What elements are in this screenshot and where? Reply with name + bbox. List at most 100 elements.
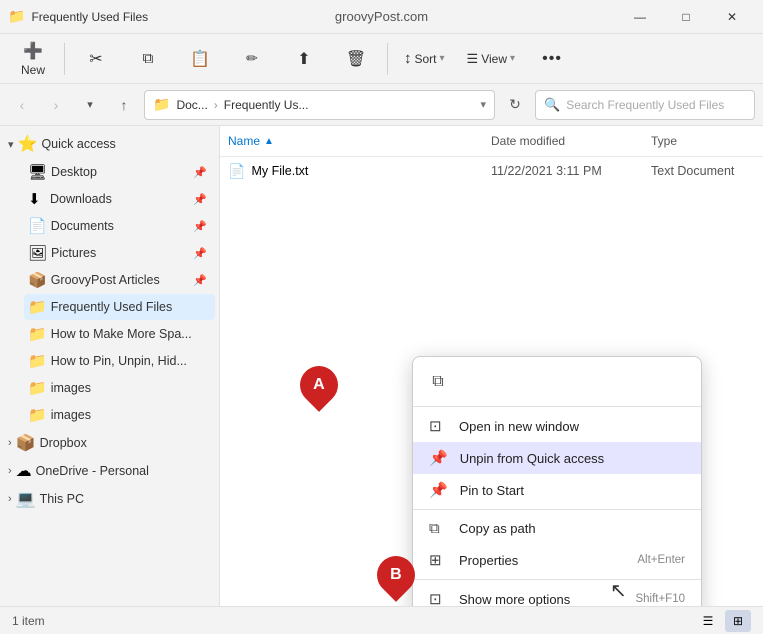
- context-menu-divider-2: [413, 509, 701, 510]
- cm-copy-button[interactable]: ⧉: [421, 365, 455, 399]
- status-bar: 1 item ☰ ⊞: [0, 606, 763, 634]
- table-row[interactable]: 📄 My File.txt 11/22/2021 3:11 PM Text Do…: [220, 157, 763, 185]
- delete-button[interactable]: 🗑: [331, 39, 381, 79]
- cm-unpin-icon: 📌: [429, 449, 448, 467]
- annotation-a: A: [292, 358, 346, 412]
- tiles-view-button[interactable]: ⊞: [725, 610, 751, 632]
- sort-label: Sort: [415, 52, 437, 66]
- cut-button[interactable]: ✂: [71, 39, 121, 79]
- onedrive-chevron: ›: [8, 465, 12, 477]
- paste-icon: 📋: [190, 49, 210, 69]
- back-button[interactable]: ‹: [8, 91, 36, 119]
- sidebar-section-quick-access[interactable]: ▾ ⭐ Quick access: [0, 130, 219, 158]
- toolbar-divider-2: [387, 43, 388, 75]
- cm-item-open-new-window[interactable]: ⊡ Open in new window: [413, 410, 701, 442]
- maximize-button[interactable]: □: [663, 0, 709, 34]
- up-button[interactable]: ↑: [110, 91, 138, 119]
- cm-pin-to-start-label: Pin to Start: [460, 483, 685, 498]
- col-header-type[interactable]: Type: [643, 130, 763, 152]
- share-icon: ⬆: [297, 49, 310, 69]
- col-name-label: Name: [228, 134, 260, 148]
- rename-icon: ✏: [246, 50, 258, 67]
- onedrive-icon: ☁: [16, 461, 32, 481]
- toolbar-divider-1: [64, 43, 65, 75]
- rename-button[interactable]: ✏: [227, 39, 277, 79]
- paste-button[interactable]: 📋: [175, 39, 225, 79]
- documents-label: Documents: [51, 219, 190, 233]
- groovypost-label: GroovyPost Articles: [51, 273, 190, 287]
- address-input[interactable]: 📁 Doc... › Frequently Us... ▾: [144, 90, 495, 120]
- recent-locations-button[interactable]: ▾: [76, 91, 104, 119]
- new-button[interactable]: ➕ New: [8, 39, 58, 79]
- sidebar: ▾ ⭐ Quick access 🖥 Desktop 📌 ⬇ Downloads…: [0, 126, 220, 606]
- cm-item-properties[interactable]: ⊞ Properties Alt+Enter: [413, 544, 701, 576]
- sidebar-item-frequently-used[interactable]: 📁 Frequently Used Files: [24, 294, 215, 320]
- documents-pin-icon: 📌: [193, 220, 207, 233]
- share-button[interactable]: ⬆: [279, 39, 329, 79]
- desktop-pin-icon: 📌: [193, 166, 207, 179]
- col-date-label: Date modified: [491, 134, 565, 148]
- make-more-icon: 📁: [28, 325, 47, 343]
- images1-icon: 📁: [28, 379, 47, 397]
- cm-unpin-label: Unpin from Quick access: [460, 451, 685, 466]
- new-icon: ➕: [23, 41, 43, 61]
- search-box[interactable]: 🔍 Search Frequently Used Files: [535, 90, 755, 120]
- downloads-pin-icon: 📌: [193, 193, 207, 206]
- dropbox-chevron: ›: [8, 437, 12, 449]
- window-title: Frequently Used Files: [31, 10, 148, 24]
- refresh-button[interactable]: ↻: [501, 91, 529, 119]
- site-watermark: groovyPost.com: [335, 9, 428, 24]
- sort-button[interactable]: ↕ Sort ▾: [394, 39, 455, 79]
- cm-item-pin-to-start[interactable]: 📌 Pin to Start: [413, 474, 701, 506]
- more-button[interactable]: •••: [527, 39, 577, 79]
- groovypost-pin-icon: 📌: [193, 274, 207, 287]
- quick-access-chevron: ▾: [8, 138, 14, 151]
- cm-item-unpin-quick-access[interactable]: 📌 Unpin from Quick access: [413, 442, 701, 474]
- sidebar-item-groovypost[interactable]: 📦 GroovyPost Articles 📌: [24, 267, 215, 293]
- copy-button[interactable]: ⧉: [123, 39, 173, 79]
- delete-icon: 🗑: [346, 49, 366, 69]
- sidebar-item-desktop[interactable]: 🖥 Desktop 📌: [24, 159, 215, 185]
- quick-access-items: 🖥 Desktop 📌 ⬇ Downloads 📌 📄 Documents 📌 …: [0, 159, 219, 428]
- sidebar-section-onedrive[interactable]: › ☁ OneDrive - Personal: [0, 457, 219, 485]
- forward-button[interactable]: ›: [42, 91, 70, 119]
- close-button[interactable]: ✕: [709, 0, 755, 34]
- sidebar-item-pin-unpin[interactable]: 📁 How to Pin, Unpin, Hid...: [24, 348, 215, 374]
- cm-item-show-more[interactable]: ⊡ Show more options Shift+F10: [413, 583, 701, 606]
- cm-properties-shortcut: Alt+Enter: [637, 554, 685, 566]
- cm-item-copy-as-path[interactable]: ⧉ Copy as path: [413, 513, 701, 544]
- minimize-button[interactable]: —: [617, 0, 663, 34]
- desktop-icon: 🖥: [28, 163, 47, 181]
- sidebar-section-thispc[interactable]: › 💻 This PC: [0, 485, 219, 513]
- cm-copy-as-path-icon: ⧉: [429, 520, 447, 537]
- groovypost-icon: 📦: [28, 271, 47, 289]
- path-folder-icon: 📁: [153, 96, 170, 113]
- sidebar-item-pictures[interactable]: 🖼 Pictures 📌: [24, 240, 215, 266]
- sidebar-item-make-more[interactable]: 📁 How to Make More Spa...: [24, 321, 215, 347]
- frequently-used-label: Frequently Used Files: [51, 300, 207, 314]
- cut-icon: ✂: [89, 49, 102, 69]
- onedrive-label: OneDrive - Personal: [36, 464, 149, 478]
- sidebar-item-images2[interactable]: 📁 images: [24, 402, 215, 428]
- sidebar-item-documents[interactable]: 📄 Documents 📌: [24, 213, 215, 239]
- sidebar-section-dropbox[interactable]: › 📦 Dropbox: [0, 429, 219, 457]
- context-menu: ⧉ ⊡ Open in new window 📌 Unpin from Quic…: [412, 356, 702, 606]
- downloads-icon: ⬇: [28, 190, 46, 208]
- more-icon: •••: [542, 50, 562, 68]
- context-menu-divider-3: [413, 579, 701, 580]
- path-separator-1: ›: [214, 98, 218, 112]
- pictures-label: Pictures: [51, 246, 189, 260]
- view-button[interactable]: ☰ View ▾: [457, 39, 525, 79]
- view-label-wrap: ☰ View ▾: [467, 51, 515, 67]
- documents-icon: 📄: [28, 217, 47, 235]
- col-header-date[interactable]: Date modified: [483, 130, 643, 152]
- title-bar: 📁 Frequently Used Files groovyPost.com —…: [0, 0, 763, 34]
- details-view-button[interactable]: ☰: [695, 610, 721, 632]
- sidebar-item-downloads[interactable]: ⬇ Downloads 📌: [24, 186, 215, 212]
- col-header-name[interactable]: Name ▲: [220, 130, 483, 152]
- search-placeholder: Search Frequently Used Files: [566, 98, 724, 112]
- cm-pin-to-start-icon: 📌: [429, 481, 448, 499]
- sidebar-item-images1[interactable]: 📁 images: [24, 375, 215, 401]
- cm-show-more-icon: ⊡: [429, 590, 447, 606]
- cm-properties-icon: ⊞: [429, 551, 447, 569]
